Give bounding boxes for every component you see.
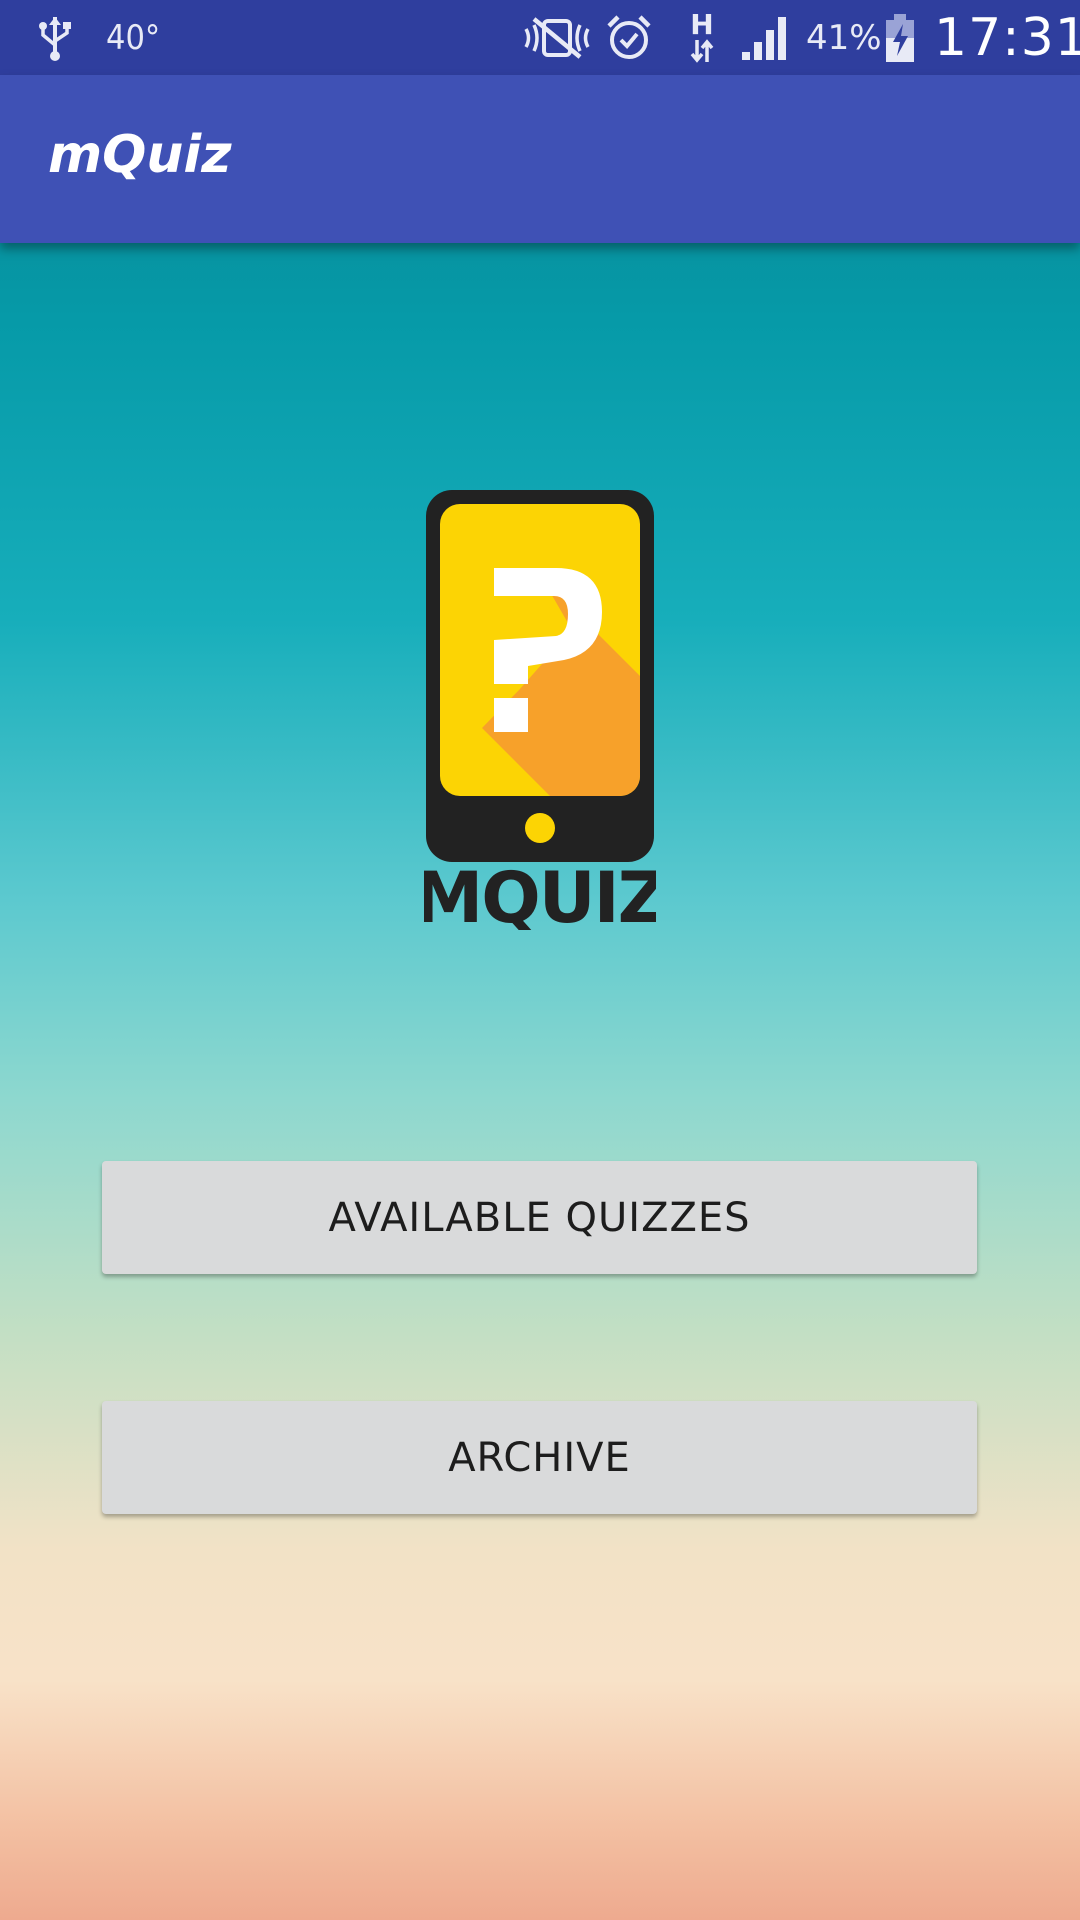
clock-text: 17:31 (934, 7, 1080, 68)
alarm-icon (606, 0, 652, 75)
battery-percent-text: 41% (806, 17, 882, 58)
temperature-text: 40° (106, 17, 161, 58)
mquiz-logo: MQUIZ (414, 490, 668, 939)
app-title: mQuiz (48, 125, 232, 185)
network-type-label: H (690, 7, 714, 41)
battery-charging-icon (884, 0, 916, 75)
mute-icon (522, 0, 592, 75)
app-bar: mQuiz (0, 75, 1080, 243)
network-type-icon: H (690, 0, 714, 75)
logo-wordmark: MQUIZ (424, 857, 656, 930)
signal-icon (740, 0, 792, 75)
archive-button[interactable]: ARCHIVE (102, 1401, 977, 1514)
usb-icon (38, 0, 72, 75)
available-quizzes-button[interactable]: AVAILABLE QUIZZES (102, 1161, 977, 1274)
status-bar: 40° H 41% 17:31 (0, 0, 1080, 75)
screen: 40° H 41% 17:31 mQuiz MQUIZ AVAILABLE QU… (0, 0, 1080, 1920)
